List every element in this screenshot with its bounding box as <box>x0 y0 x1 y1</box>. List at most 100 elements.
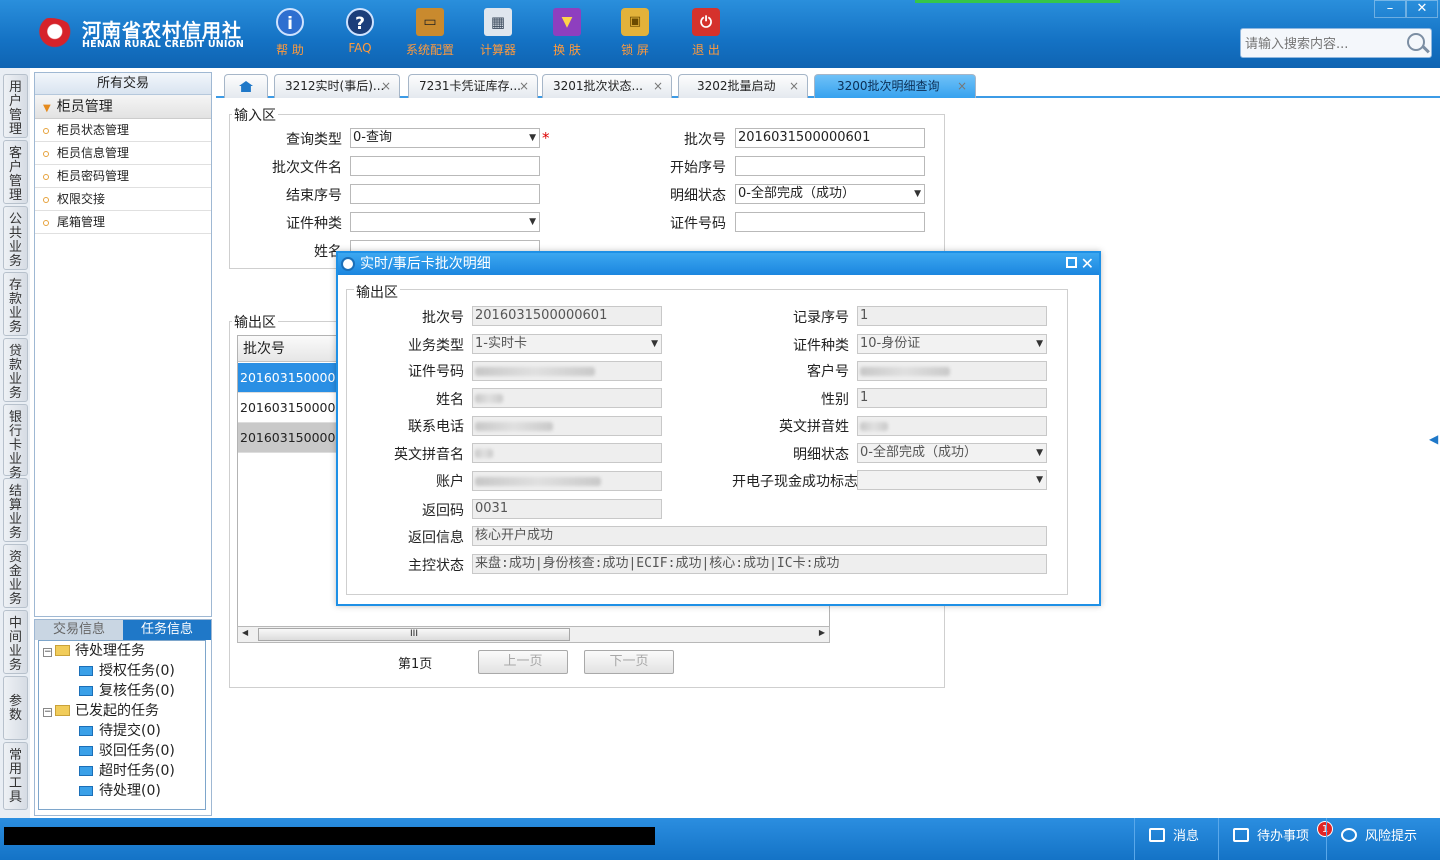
menu-item-teller-status[interactable]: 柜员状态管理 <box>35 119 211 142</box>
dlg-phone-field[interactable] <box>472 416 662 436</box>
tree-node-submit[interactable]: 待提交(0) <box>79 721 161 741</box>
dlg-detail-status-value: 0-全部完成（成功） <box>860 445 977 460</box>
help-button[interactable]: i 帮 助 <box>262 8 318 60</box>
tree-node-review[interactable]: 复核任务(0) <box>79 681 175 701</box>
collapse-icon[interactable]: − <box>43 648 52 657</box>
vtab-fund-biz[interactable]: 资金业务 <box>3 544 28 608</box>
vtab-label: 公共业务 <box>9 212 23 269</box>
id-no-input[interactable] <box>735 212 925 232</box>
dlg-id-no-field[interactable] <box>472 361 662 381</box>
skin-label: 换 肤 <box>553 43 581 57</box>
exit-button[interactable]: ⏻ 退 出 <box>678 8 734 60</box>
tab-task-info[interactable]: 任务信息 <box>123 620 211 640</box>
vtab-common-tools[interactable]: 常用工具 <box>3 742 28 810</box>
dlg-detail-status-select[interactable]: 0-全部完成（成功） ▼ <box>857 443 1047 463</box>
tab-label: 3202批量启动 <box>697 79 776 93</box>
lock-screen-button[interactable]: ▣ 锁 屏 <box>607 8 663 60</box>
dialog-titlebar[interactable]: 实时/事后卡批次明细 ✕ <box>338 253 1099 275</box>
search-input[interactable] <box>1245 35 1405 53</box>
messages-button[interactable]: 消息 <box>1134 818 1226 860</box>
tab-3200[interactable]: 3200批次明细查询 × <box>814 74 976 98</box>
faq-button[interactable]: ? FAQ <box>332 8 388 60</box>
dlg-en-name-field[interactable] <box>472 443 662 463</box>
dlg-master-status-field[interactable]: 来盘:成功|身份核查:成功|ECIF:成功|核心:成功|IC卡:成功 <box>472 554 1047 574</box>
system-config-button[interactable]: ▭ 系统配置 <box>402 8 458 60</box>
tab-7231[interactable]: 7231卡凭证库存... × <box>408 74 538 98</box>
query-type-select[interactable]: 0-查询 ▼ <box>350 128 540 148</box>
prev-page-button[interactable]: 上一页 <box>478 650 568 674</box>
menu-item-cash-box[interactable]: 尾箱管理 <box>35 211 211 234</box>
tab-3212[interactable]: 3212实时(事后)... × <box>274 74 400 98</box>
search-icon[interactable] <box>1407 33 1425 51</box>
query-type-label: 查询类型 <box>286 132 342 148</box>
menu-item-permission-handover[interactable]: 权限交接 <box>35 188 211 211</box>
tree-node-rejected[interactable]: 驳回任务(0) <box>79 741 175 761</box>
todo-button[interactable]: 待办事项 1 <box>1218 818 1333 860</box>
id-type-label: 证件种类 <box>286 216 342 232</box>
close-tab-icon[interactable]: × <box>519 75 529 97</box>
scroll-right-icon[interactable]: ▶ <box>819 628 825 637</box>
minimize-button[interactable]: – <box>1374 0 1406 18</box>
vtab-loan-biz[interactable]: 贷款业务 <box>3 338 28 402</box>
tab-trade-info[interactable]: 交易信息 <box>35 620 123 640</box>
vtab-user-mgmt[interactable]: 用户管理 <box>3 74 28 138</box>
maximize-icon[interactable] <box>1066 257 1077 268</box>
dlg-ret-msg-field[interactable]: 核心开户成功 <box>472 526 1047 546</box>
close-tab-icon[interactable]: × <box>653 75 663 97</box>
start-seq-input[interactable] <box>735 156 925 176</box>
menu-item-teller-password[interactable]: 柜员密码管理 <box>35 165 211 188</box>
vtab-card-biz[interactable]: 银行卡业务 <box>3 404 28 481</box>
close-tab-icon[interactable]: × <box>381 75 391 97</box>
dlg-biz-type-value: 1-实时卡 <box>475 336 527 351</box>
horizontal-scrollbar[interactable]: ◀ III ▶ <box>237 626 830 643</box>
id-type-select[interactable]: ▼ <box>350 212 540 232</box>
window-close-button[interactable]: ✕ <box>1406 0 1438 18</box>
vtab-customer-mgmt[interactable]: 客户管理 <box>3 140 28 204</box>
tab-3202[interactable]: 3202批量启动 × <box>678 74 808 98</box>
close-tab-icon[interactable]: × <box>957 75 967 97</box>
risk-alert-button[interactable]: 风险提示 <box>1326 818 1440 860</box>
home-tab[interactable] <box>224 74 268 98</box>
skin-button[interactable]: ▼ 换 肤 <box>539 8 595 60</box>
batch-no-label: 批次号 <box>684 132 726 148</box>
vtab-intermediary-biz[interactable]: 中间业务 <box>3 610 28 674</box>
calculator-button[interactable]: ▦ 计算器 <box>470 8 526 60</box>
search-box <box>1240 28 1432 58</box>
close-tab-icon[interactable]: × <box>789 75 799 97</box>
tree-node-initiated[interactable]: − 已发起的任务 <box>43 701 159 721</box>
tree-node-auth[interactable]: 授权任务(0) <box>79 661 175 681</box>
end-seq-input[interactable] <box>350 184 540 204</box>
vtab-deposit-biz[interactable]: 存款业务 <box>3 272 28 336</box>
scroll-thumb[interactable]: III <box>258 628 570 641</box>
tree-node-timeout[interactable]: 超时任务(0) <box>79 761 175 781</box>
vtab-params[interactable]: 参数 <box>3 676 28 740</box>
close-icon[interactable]: ✕ <box>1081 253 1094 275</box>
menu-group-teller-mgmt[interactable]: ▼ 柜员管理 <box>35 95 211 119</box>
tree-node-processing[interactable]: 待处理(0) <box>79 781 161 801</box>
batch-file-input[interactable] <box>350 156 540 176</box>
dlg-gender-field[interactable]: 1 <box>857 388 1047 408</box>
detail-status-select[interactable]: 0-全部完成（成功） ▼ <box>735 184 925 204</box>
dlg-en-surname-field[interactable] <box>857 416 1047 436</box>
dlg-name-field[interactable] <box>472 388 662 408</box>
menu-item-teller-info[interactable]: 柜员信息管理 <box>35 142 211 165</box>
dlg-batch-no-field[interactable]: 2016031500000601 <box>472 306 662 326</box>
next-page-button[interactable]: 下一页 <box>584 650 674 674</box>
dlg-biz-type-select[interactable]: 1-实时卡 ▼ <box>472 334 662 354</box>
dlg-account-field[interactable] <box>472 471 662 491</box>
dlg-ecash-flag-select[interactable]: ▼ <box>857 470 1047 490</box>
vtab-settlement-biz[interactable]: 结算业务 <box>3 478 28 542</box>
vtab-public-biz[interactable]: 公共业务 <box>3 206 28 270</box>
expand-right-icon[interactable]: ◀ <box>1429 432 1438 446</box>
batch-no-input[interactable]: 2016031500000601 <box>735 128 925 148</box>
dlg-id-type-select[interactable]: 10-身份证 ▼ <box>857 334 1047 354</box>
collapse-icon[interactable]: − <box>43 708 52 717</box>
tree-node-pending[interactable]: − 待处理任务 <box>43 641 145 661</box>
dlg-cust-no-field[interactable] <box>857 361 1047 381</box>
menu-header[interactable]: 所有交易 <box>35 73 211 95</box>
tab-3201[interactable]: 3201批次状态... × <box>542 74 672 98</box>
scroll-left-icon[interactable]: ◀ <box>242 628 248 637</box>
dlg-record-seq-field[interactable]: 1 <box>857 306 1047 326</box>
dlg-ret-code-field[interactable]: 0031 <box>472 499 662 519</box>
vtab-label: 贷款业务 <box>9 344 23 401</box>
